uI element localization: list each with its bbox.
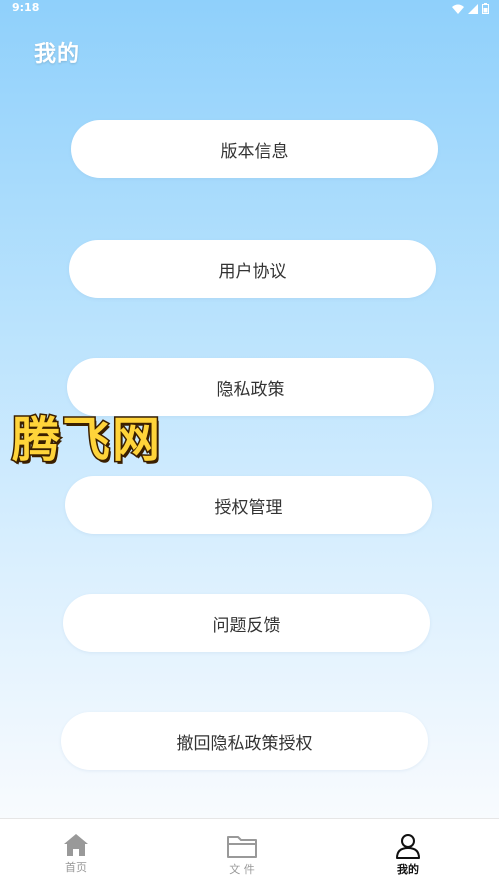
tab-files-label: 文 件 [229,863,255,876]
tab-mine-label: 我的 [397,863,419,876]
status-icons [452,3,489,14]
tab-mine[interactable]: 我的 [358,819,458,888]
folder-icon [227,836,257,858]
watermark-logo: 腾飞网 [10,411,163,470]
status-bar: 9:18 [0,0,499,18]
authorization-management-button[interactable]: 授权管理 [65,476,432,534]
battery-icon [482,3,489,14]
user-agreement-button[interactable]: 用户协议 [69,240,436,298]
page-title: 我的 [34,42,81,67]
signal-icon [468,3,478,14]
version-info-button[interactable]: 版本信息 [71,120,438,178]
screen: 9:18 我的 版本信息 用户协议 隐私政策 授权管理 问题反馈 撤回隐私政策授… [0,0,499,888]
home-icon [64,834,88,856]
tab-files[interactable]: 文 件 [192,819,292,888]
wifi-icon [452,4,464,14]
revoke-privacy-authorization-button[interactable]: 撤回隐私政策授权 [61,712,428,770]
status-time: 9:18 [12,1,40,14]
tab-bar: 首页 文 件 我的 [0,818,499,888]
tab-home-label: 首页 [65,861,87,874]
feedback-button[interactable]: 问题反馈 [63,594,430,652]
person-icon [396,834,420,859]
tab-home[interactable]: 首页 [26,819,126,888]
